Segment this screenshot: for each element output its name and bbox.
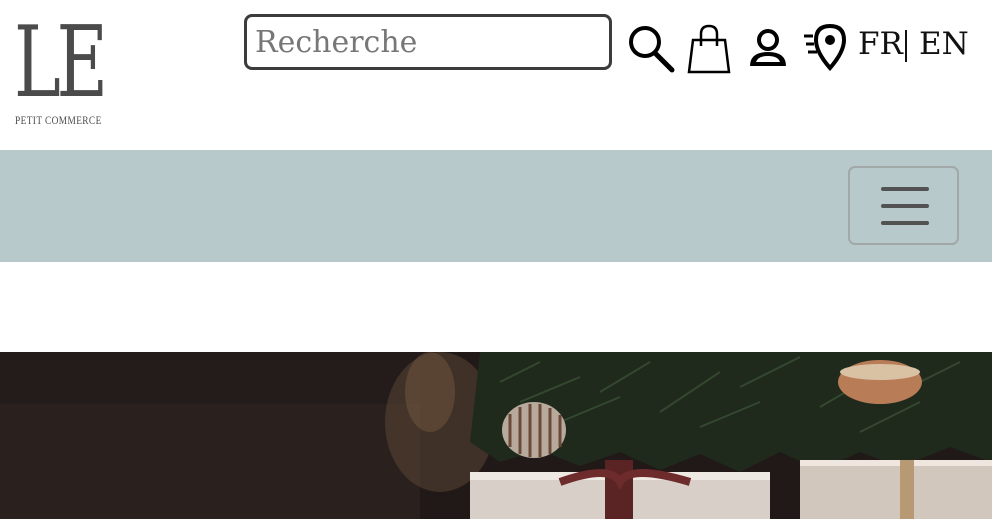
store-locator-icon[interactable]: [800, 22, 852, 74]
navigation-bar: [0, 150, 992, 262]
language-fr-link[interactable]: FR: [858, 26, 903, 62]
logo-mark: LE: [14, 6, 108, 120]
search-input[interactable]: [247, 17, 609, 67]
holiday-gifts-photo: [0, 352, 992, 519]
hero-image: [0, 352, 992, 519]
search-icon[interactable]: [624, 22, 676, 74]
hamburger-menu-button[interactable]: [848, 166, 959, 245]
hamburger-bar: [881, 221, 929, 225]
shopping-bag-icon[interactable]: [683, 22, 735, 74]
logo-subtitle: PETIT COMMERCE: [15, 113, 102, 127]
hamburger-menu-icon: [881, 187, 929, 191]
user-icon[interactable]: [742, 22, 794, 74]
search-box: [244, 14, 612, 70]
language-en-link[interactable]: EN: [919, 26, 969, 62]
language-divider: [905, 30, 907, 62]
hamburger-bar: [881, 204, 929, 208]
site-logo[interactable]: LE PETIT COMMERCE: [14, 6, 114, 127]
